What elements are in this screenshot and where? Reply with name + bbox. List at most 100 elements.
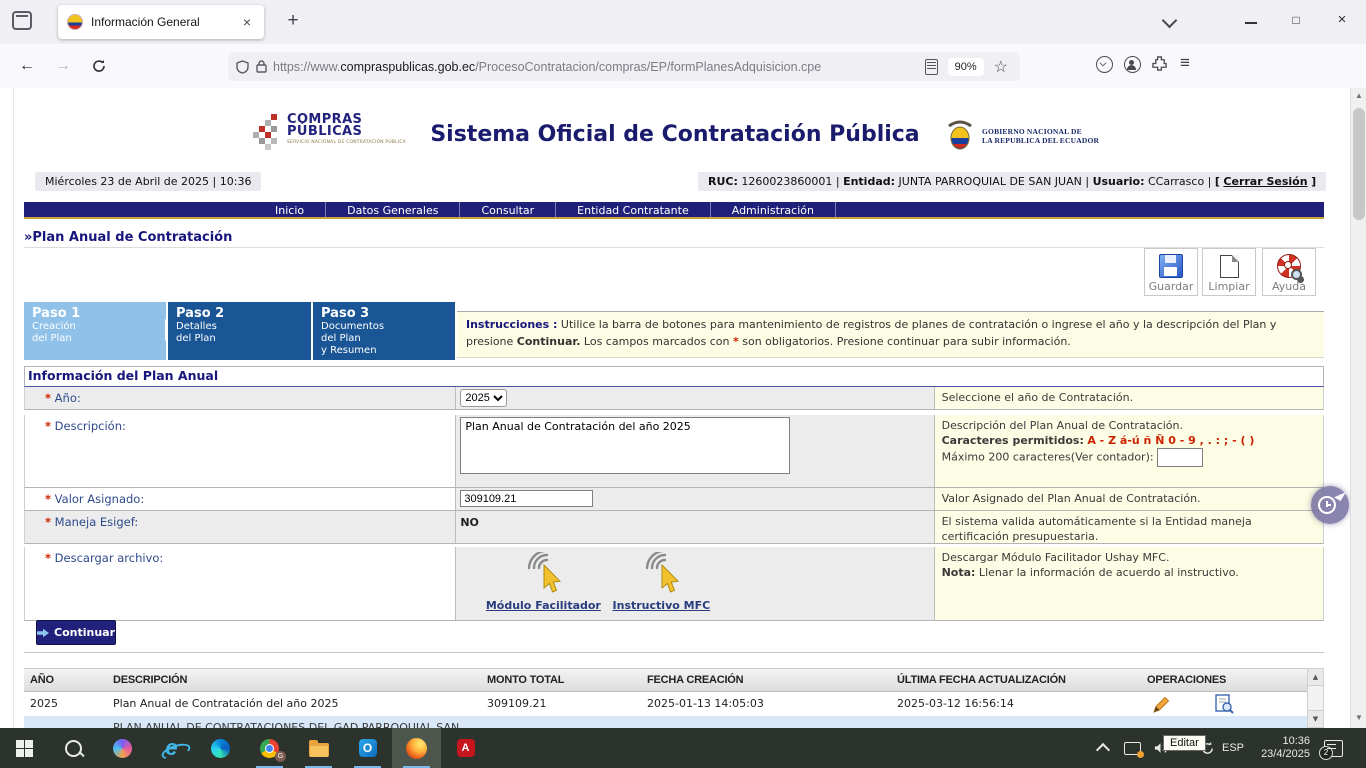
edit-pencil-icon[interactable] (1151, 695, 1171, 713)
menu-button[interactable]: ≡ (1180, 53, 1190, 73)
cerrar-sesion-link[interactable]: Cerrar Sesión (1223, 175, 1307, 188)
search-icon (65, 740, 82, 757)
notification-button[interactable]: 2 (1324, 728, 1343, 768)
page-scrollbar[interactable]: ▲ ▼ (1350, 88, 1366, 728)
new-tab-button[interactable]: + (280, 8, 306, 34)
year-select[interactable]: 2025 (460, 389, 507, 407)
reader-mode-icon[interactable] (925, 59, 938, 75)
valor-control-cell (455, 488, 934, 510)
firefox-icon (406, 738, 427, 759)
taskbar-firefox-button[interactable] (392, 728, 441, 768)
descargar-label: * Descargar archivo: (25, 547, 455, 620)
tray-expand-button[interactable] (1098, 728, 1108, 768)
tracking-shield-icon[interactable] (236, 60, 249, 74)
list-all-tabs-icon[interactable] (1162, 13, 1178, 29)
taskbar-acrobat-button[interactable]: A (441, 728, 490, 768)
extensions-icon[interactable] (1152, 56, 1167, 76)
nav-item-datos-generales[interactable]: Datos Generales (326, 202, 460, 217)
lock-icon[interactable] (256, 60, 267, 73)
datetime-bar: Miércoles 23 de Abril de 2025 | 10:36 (35, 172, 261, 191)
bookmark-star-icon[interactable]: ☆ (994, 57, 1008, 77)
forward-button: → (50, 54, 76, 78)
account-icon[interactable] (1124, 56, 1141, 73)
chevron-up-icon (1096, 742, 1110, 756)
counter-input[interactable] (1157, 448, 1203, 467)
tab-close-icon[interactable]: × (239, 14, 255, 30)
editar-tooltip: Editar (1163, 735, 1206, 751)
pocket-icon[interactable] (1096, 56, 1113, 73)
nav-item-inicio[interactable]: Inicio (254, 202, 326, 217)
instructivo-mfc-link[interactable]: Instructivo MFC (613, 599, 711, 612)
firefox-view-icon[interactable] (12, 11, 34, 31)
taskbar-outlook-button[interactable]: O (343, 728, 392, 768)
maximize-button[interactable]: □ (1276, 0, 1316, 40)
gov-line2: LA REPUBLICA DEL ECUADOR (982, 136, 1099, 145)
taskbar-ie-button[interactable]: e (147, 728, 196, 768)
form-row-ano: * Año: 2025 Seleccione el año de Contrat… (24, 387, 1324, 410)
system-title: Sistema Oficial de Contratación Pública (0, 122, 1350, 147)
valor-input[interactable] (460, 490, 593, 507)
outlook-icon: O (359, 739, 377, 757)
limpiar-button[interactable]: Limpiar (1202, 248, 1256, 296)
close-window-button[interactable]: × (1322, 0, 1362, 40)
acrobat-icon: A (457, 739, 475, 757)
taskbar-explorer-button[interactable] (294, 728, 343, 768)
col-operaciones: OPERACIONES (1141, 669, 1307, 691)
nav-item-entidad-contratante[interactable]: Entidad Contratante (556, 202, 711, 217)
bracket: ] (1311, 175, 1316, 188)
table-scroll-up-icon[interactable]: ▲ (1308, 669, 1323, 686)
guardar-button[interactable]: Guardar (1144, 248, 1198, 296)
taskbar-search-button[interactable] (49, 728, 98, 768)
continuar-button[interactable]: Continuar (36, 620, 116, 645)
scrollbar-thumb[interactable] (1353, 108, 1365, 220)
valor-label: * Valor Asignado: (25, 488, 455, 510)
descargar-help: Descargar Módulo Facilitador Ushay MFC. … (935, 547, 1323, 620)
step-paso-2[interactable]: Paso 2 Detalles del Plan (168, 302, 311, 360)
section-divider (24, 652, 1324, 653)
table-row: 2025 Plan Anual de Contratación del año … (24, 692, 1324, 716)
minimize-button[interactable] (1245, 22, 1257, 24)
main-nav: Inicio Datos Generales Consultar Entidad… (24, 202, 1324, 219)
tray-time: 10:36 (1256, 735, 1310, 748)
timer-wing-icon (1334, 492, 1346, 501)
descripcion-textarea[interactable]: Plan Anual de Contratación del año 2025 (460, 417, 790, 474)
modulo-facilitador-download[interactable]: Módulo Facilitador (484, 552, 602, 612)
nav-item-administracion[interactable]: Administración (711, 202, 836, 217)
copilot-icon (113, 739, 132, 758)
paso2-line2: del Plan (176, 333, 303, 345)
scroll-down-icon[interactable]: ▼ (1351, 710, 1366, 726)
step-paso-3[interactable]: Paso 3 Documentos del Plan y Resumen (313, 302, 455, 360)
valor-help: Valor Asignado del Plan Anual de Contrat… (935, 488, 1323, 510)
browser-tab[interactable]: Información General × (58, 5, 264, 39)
taskbar-edge-button[interactable] (196, 728, 245, 768)
instructivo-mfc-download[interactable]: Instructivo MFC (602, 552, 720, 612)
cell-creacion: 2025-01-13 14:05:03 (641, 692, 891, 716)
ayuda-button[interactable]: Ayuda (1262, 248, 1316, 296)
taskbar-chrome-button[interactable]: G (245, 728, 294, 768)
required-asterisk: * (45, 551, 51, 565)
url-bar[interactable]: https://www.compraspublicas.gob.ec/Proce… (228, 52, 1020, 81)
table-scrollbar[interactable]: ▲ ▼ (1307, 668, 1324, 728)
reload-icon (92, 59, 106, 73)
taskbar-clock[interactable]: 10:36 23/4/2025 (1256, 728, 1310, 768)
paso1-line1: Creación (32, 321, 158, 333)
col-descripcion: DESCRIPCIÓN (107, 669, 481, 691)
step-paso-1[interactable]: Paso 1 Creación del Plan (24, 302, 166, 360)
back-button[interactable]: ← (14, 54, 40, 78)
taskbar-copilot-button[interactable] (98, 728, 147, 768)
start-button[interactable] (0, 728, 49, 768)
reload-button[interactable] (86, 54, 112, 78)
language-indicator[interactable]: ESP (1222, 728, 1244, 768)
preview-document-icon[interactable] (1214, 694, 1234, 714)
nav-item-consultar[interactable]: Consultar (460, 202, 556, 217)
zoom-indicator[interactable]: 90% (948, 58, 984, 76)
form-row-descargar: * Descargar archivo: Módulo Facilitador (24, 547, 1324, 621)
modulo-facilitador-link[interactable]: Módulo Facilitador (486, 599, 601, 612)
form-row-esigef: * Maneja Esigef: NO El sistema valida au… (24, 511, 1324, 544)
timer-extension-widget[interactable] (1311, 486, 1349, 524)
title-divider (24, 247, 1324, 248)
table-scroll-down-icon[interactable]: ▼ (1308, 710, 1323, 727)
cell-ano: 2025 (24, 692, 107, 716)
tray-display-button[interactable] (1124, 728, 1141, 768)
scroll-up-icon[interactable]: ▲ (1351, 88, 1366, 104)
